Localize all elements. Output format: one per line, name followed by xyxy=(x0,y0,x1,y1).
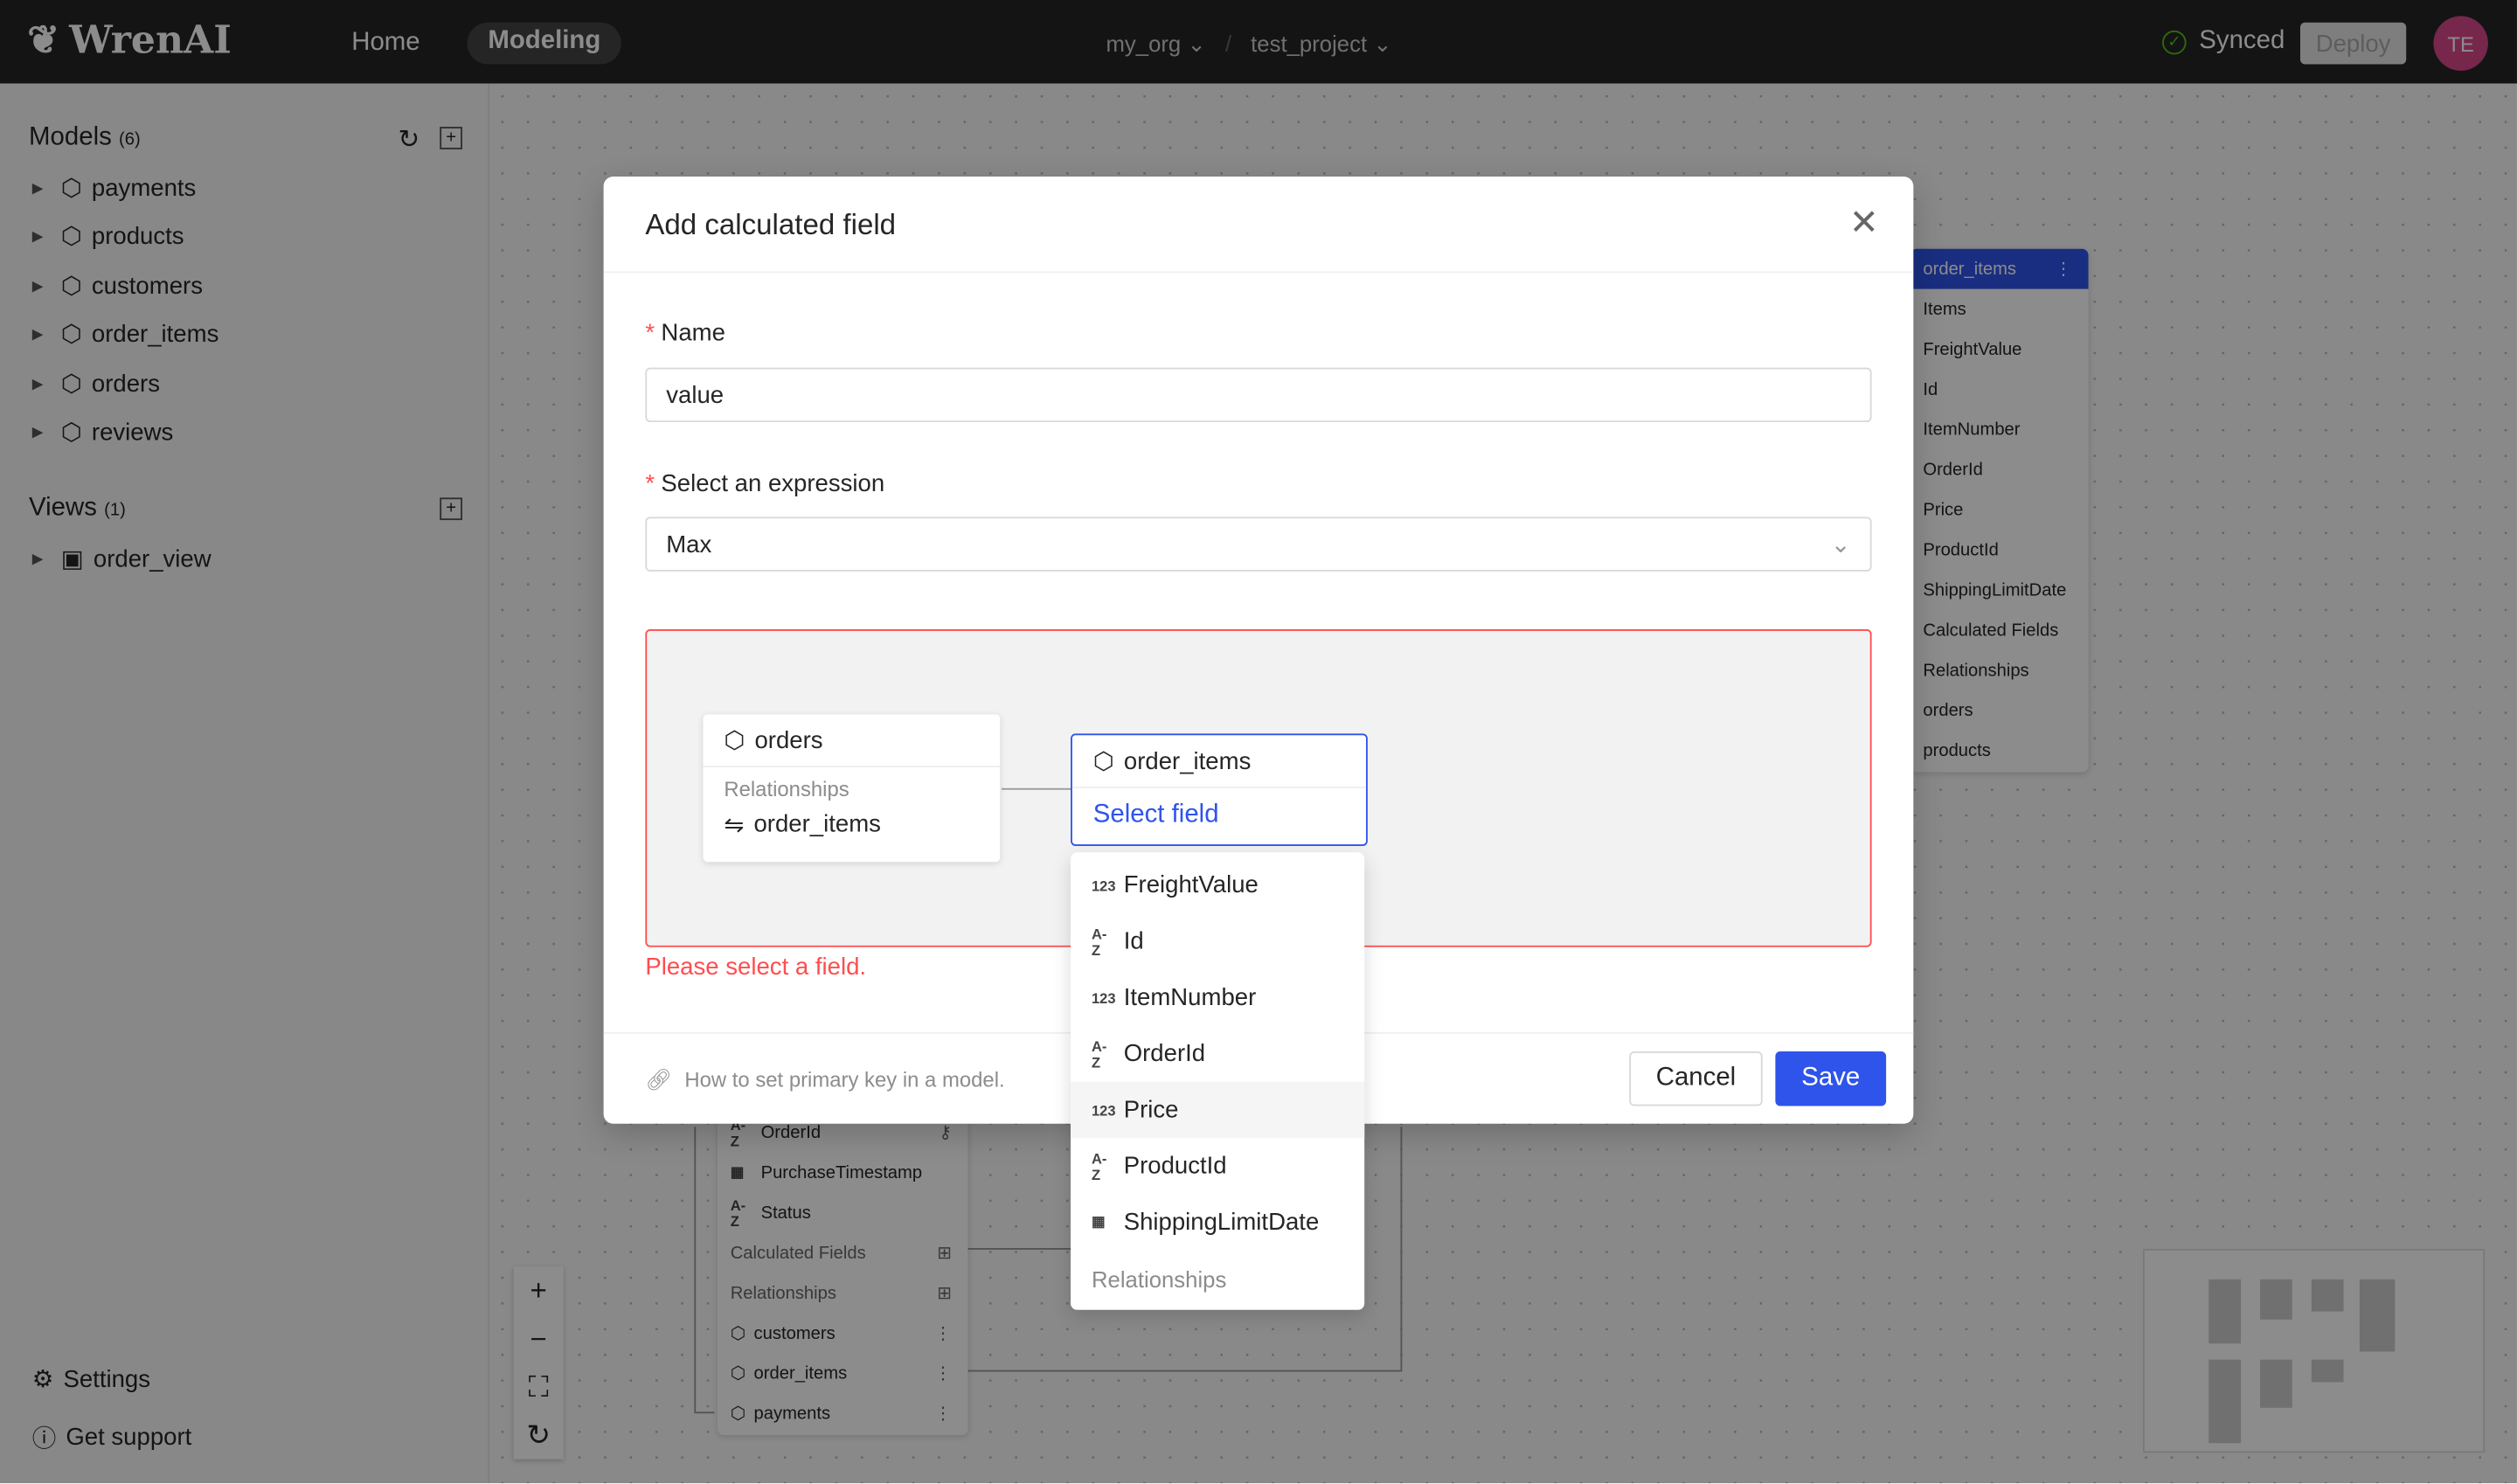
expression-label: * Select an expression xyxy=(645,470,885,498)
cancel-button[interactable]: Cancel xyxy=(1629,1051,1763,1106)
text-type-icon: A-Z xyxy=(1091,1037,1107,1071)
number-type-icon: 123 xyxy=(1091,989,1116,1006)
field-option[interactable]: 123 FreightValue xyxy=(1071,857,1364,913)
swap-icon: ⇋ xyxy=(724,812,745,840)
close-icon[interactable]: ✕ xyxy=(1849,202,1879,244)
field-option[interactable]: 123 Price xyxy=(1071,1081,1365,1139)
number-type-icon: 123 xyxy=(1091,1101,1116,1119)
cube-icon: ⬡ xyxy=(724,727,745,755)
error-message: Please select a field. xyxy=(645,953,867,981)
help-link[interactable]: 🔗︎ How to set primary key in a model. xyxy=(645,1067,1004,1092)
link-icon: 🔗︎ xyxy=(645,1067,672,1092)
divider xyxy=(603,271,1914,274)
calendar-icon: ▦ xyxy=(1091,1213,1106,1230)
name-label: * Name xyxy=(645,319,725,347)
expression-select[interactable]: Max ⌄ xyxy=(645,517,1872,572)
target-model-card: ⬡ order_items Select field xyxy=(1071,733,1368,846)
field-dropdown: 123 FreightValue A-Z Id 123 ItemNumber A-Z O… xyxy=(1071,852,1365,1310)
relationships-group-label: Relationships xyxy=(1091,1266,1227,1292)
text-type-icon: A-Z xyxy=(1091,1149,1107,1182)
select-field-trigger[interactable]: Select field xyxy=(1072,788,1366,843)
field-option[interactable]: ▦ ShippingLimitDate xyxy=(1071,1195,1364,1251)
connector-line xyxy=(1002,787,1072,790)
field-option[interactable]: A-Z OrderId xyxy=(1071,1026,1364,1082)
name-input[interactable]: value xyxy=(645,367,1872,423)
text-type-icon: A-Z xyxy=(1091,925,1107,958)
field-option[interactable]: 123 ItemNumber xyxy=(1071,969,1364,1025)
cube-icon: ⬡ xyxy=(1092,747,1114,776)
source-model-card: ⬡ orders Relationships ⇋ order_items xyxy=(703,714,1001,863)
field-option[interactable]: A-Z ProductId xyxy=(1071,1138,1364,1194)
field-option[interactable]: A-Z Id xyxy=(1071,913,1364,969)
chevron-down-icon: ⌄ xyxy=(1830,530,1851,559)
relationship-item[interactable]: ⇋ order_items xyxy=(703,801,1000,849)
save-button[interactable]: Save xyxy=(1775,1051,1887,1106)
number-type-icon: 123 xyxy=(1091,877,1116,894)
modal-title: Add calculated field xyxy=(645,208,897,241)
